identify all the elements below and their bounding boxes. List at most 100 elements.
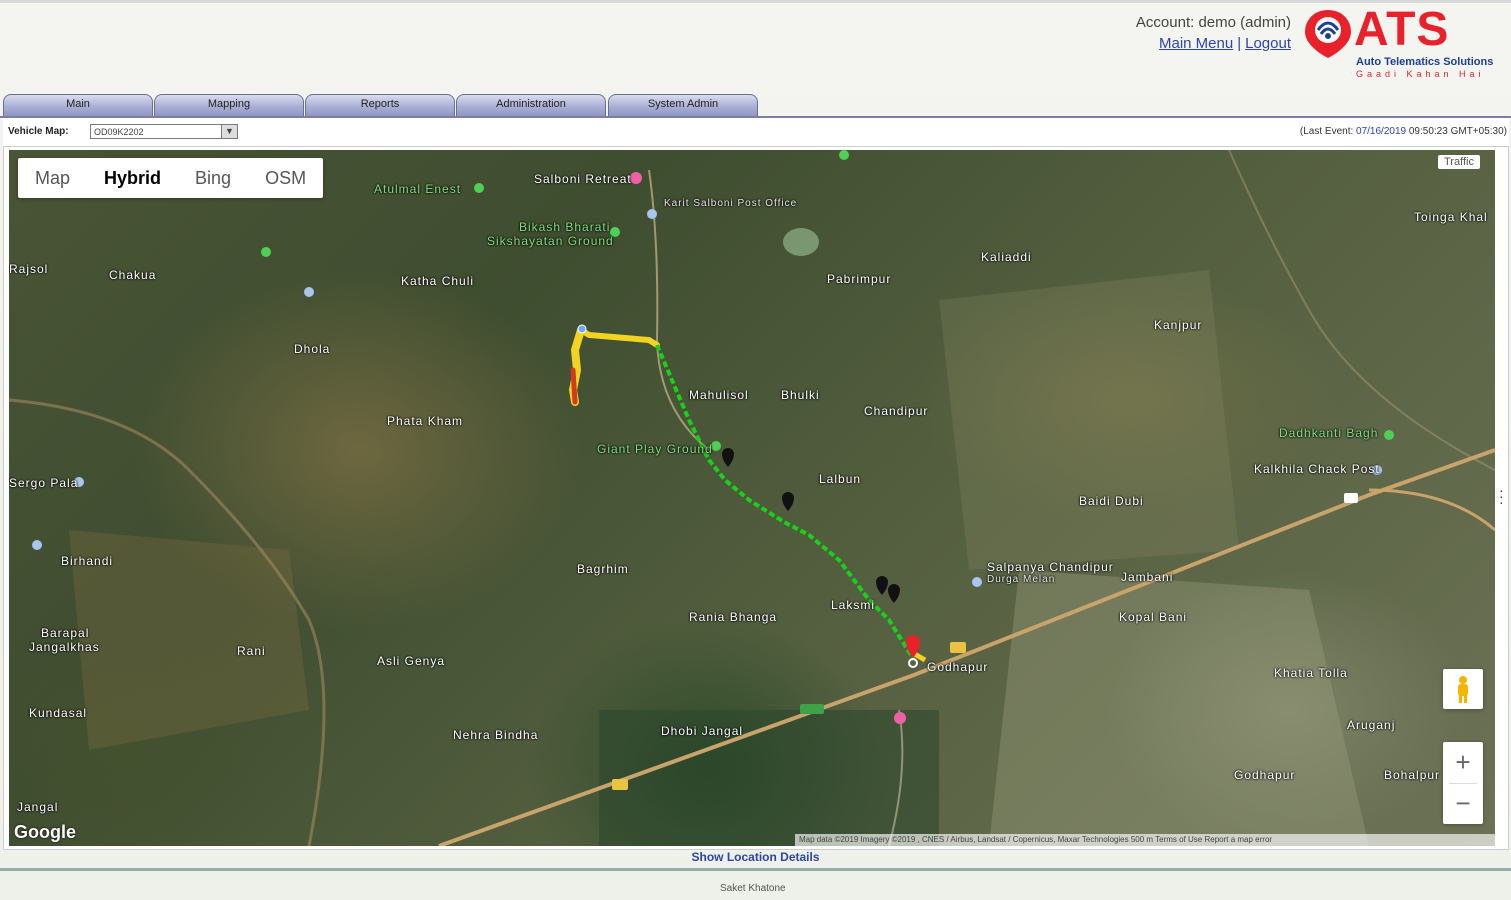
water-body (783, 228, 819, 256)
highway (1368, 488, 1495, 532)
map-label: Laksmi (831, 598, 876, 612)
route-shield-icon (950, 642, 966, 653)
tab-mapping[interactable]: Mapping (154, 94, 304, 117)
stream (1228, 150, 1495, 471)
map-label: Katha Chuli (401, 274, 475, 288)
map-label: Karit Salboni Post Office (664, 198, 798, 209)
logo-subtitle: Auto Telematics Solutions (1356, 56, 1494, 68)
street-view-pegman-icon[interactable] (1443, 669, 1483, 709)
vehicle-select-value: OD09K2202 (94, 127, 144, 137)
map-type-osm[interactable]: OSM (248, 158, 323, 198)
stop-marker-icon (888, 584, 900, 603)
last-event-time: 09:50:23 GMT+05:30) (1408, 126, 1507, 137)
route-shield-icon (612, 779, 628, 790)
map-label: Mahulisol (689, 388, 749, 402)
map-label: Birhandi (61, 554, 114, 568)
map-label: Kaliaddi (981, 250, 1032, 264)
map-label: Aruganj (1347, 718, 1396, 732)
map-label: Khatia Tolla (1274, 666, 1348, 680)
map-label: Asli Genya (377, 654, 446, 668)
map-label: Bohalpur (1384, 768, 1441, 782)
ats-logo-pin-icon (1305, 10, 1351, 58)
map-type-switcher: Map Hybrid Bing OSM (18, 158, 324, 198)
stop-marker-icon (782, 492, 794, 511)
zoom-out-button[interactable]: − (1443, 783, 1483, 823)
map-label: Godhapur (1234, 768, 1296, 782)
map-attribution[interactable]: Map data ©2019 Imagery ©2019 , CNES / Ai… (795, 834, 1499, 846)
map-label: Kopal Bani (1119, 610, 1188, 624)
map-type-map[interactable]: Map (18, 158, 87, 198)
poi-pink-icon (894, 712, 906, 724)
logo-title: ATS (1354, 3, 1450, 56)
map-label: Kalkhila Chack Post (1254, 462, 1380, 476)
map-label: Rani (237, 644, 266, 658)
chevron-down-icon[interactable]: ▼ (221, 125, 237, 138)
more-options-icon[interactable]: · · · (1499, 483, 1504, 509)
map-label: Chakua (109, 268, 157, 282)
map-label: Dhola (294, 342, 331, 356)
poi-green-icon (1384, 430, 1394, 440)
map-label: Dadhkanti Bagh (1279, 426, 1379, 440)
map-overlay (9, 150, 1495, 846)
map-label: Giant Play Ground (597, 442, 713, 456)
poi-green-icon (261, 247, 271, 257)
map-label: Jambani (1121, 570, 1174, 584)
map-label: Toinga Khal (1414, 210, 1488, 224)
tab-system-admin[interactable]: System Admin (608, 94, 758, 117)
account-panel: Account: demo (admin) Main Menu | Logout (1136, 12, 1291, 54)
tab-reports[interactable]: Reports (305, 94, 455, 117)
main-menu-link[interactable]: Main Menu (1159, 35, 1233, 52)
terrain-patch (939, 270, 1239, 570)
vehicle-bar: Vehicle Map: OD09K2202 ▼ (Last Event: 07… (3, 118, 1509, 146)
last-event: (Last Event: 07/16/2019 09:50:23 GMT+05:… (1300, 126, 1507, 137)
top-border (0, 0, 1511, 3)
account-text: Account: demo (admin) (1135, 14, 1291, 31)
map-label: Barapal (41, 626, 90, 640)
map-label: Dhobi Jangal (661, 724, 744, 738)
map-label: Lalbun (819, 472, 862, 486)
stream (648, 169, 710, 451)
last-event-label: (Last Event: (1299, 126, 1354, 137)
map-label: Salboni Retreat (534, 172, 632, 186)
last-event-date[interactable]: 07/16/2019 (1356, 126, 1406, 137)
poi-green-icon (839, 150, 849, 160)
route-shield-icon (800, 704, 824, 714)
vehicle-select[interactable]: OD09K2202 ▼ (90, 124, 238, 139)
map-label: Chandipur (864, 404, 929, 418)
map-canvas[interactable]: Salboni Retreat Karit Salboni Post Offic… (9, 150, 1495, 846)
map-label: Sikshayatan Ground (487, 234, 614, 248)
map-label: Baidi Dubi (1079, 494, 1144, 508)
footer-divider (0, 868, 1511, 871)
map-type-bing[interactable]: Bing (178, 158, 248, 198)
ats-logo: ATS Auto Telematics Solutions Gaadi Kaha… (1302, 3, 1507, 84)
map-label: Jangal (17, 800, 59, 814)
footer-text: Saket Khatone (720, 883, 786, 894)
map-label: Rania Bhanga (689, 610, 778, 624)
link-separator: | (1237, 35, 1242, 52)
zoom-in-button[interactable]: + (1443, 742, 1483, 782)
show-location-details-link[interactable]: Show Location Details (0, 850, 1511, 864)
map-label: Sergo Pala (9, 476, 79, 490)
google-logo: Google (14, 822, 76, 842)
map-label: Kundasal (29, 706, 88, 720)
traffic-toggle[interactable]: Traffic (1438, 155, 1480, 169)
poi-blue-icon (32, 540, 42, 550)
map-label: Bagrhim (577, 562, 629, 576)
terrain-patch (599, 710, 939, 846)
map-label: Phata Kham (387, 414, 464, 428)
tab-main[interactable]: Main (3, 94, 153, 117)
start-marker-icon (577, 324, 587, 334)
map-label: Salpanya Chandipur (987, 560, 1114, 574)
map-label: Nehra Bindha (453, 728, 539, 742)
logo-tagline: Gaadi Kahan Hai (1356, 69, 1485, 79)
map-type-hybrid[interactable]: Hybrid (87, 158, 178, 198)
logout-link[interactable]: Logout (1245, 35, 1291, 52)
route-start-track (570, 367, 578, 405)
route-shield-icon (1344, 493, 1358, 503)
map-label: Bhulki (781, 388, 820, 402)
map-label: Atulmal Enest (374, 182, 462, 196)
tab-administration[interactable]: Administration (456, 94, 606, 117)
map-label: Godhapur (927, 660, 989, 674)
map-label: Durga Melan (987, 574, 1056, 585)
map-label: Kanjpur (1154, 318, 1203, 332)
